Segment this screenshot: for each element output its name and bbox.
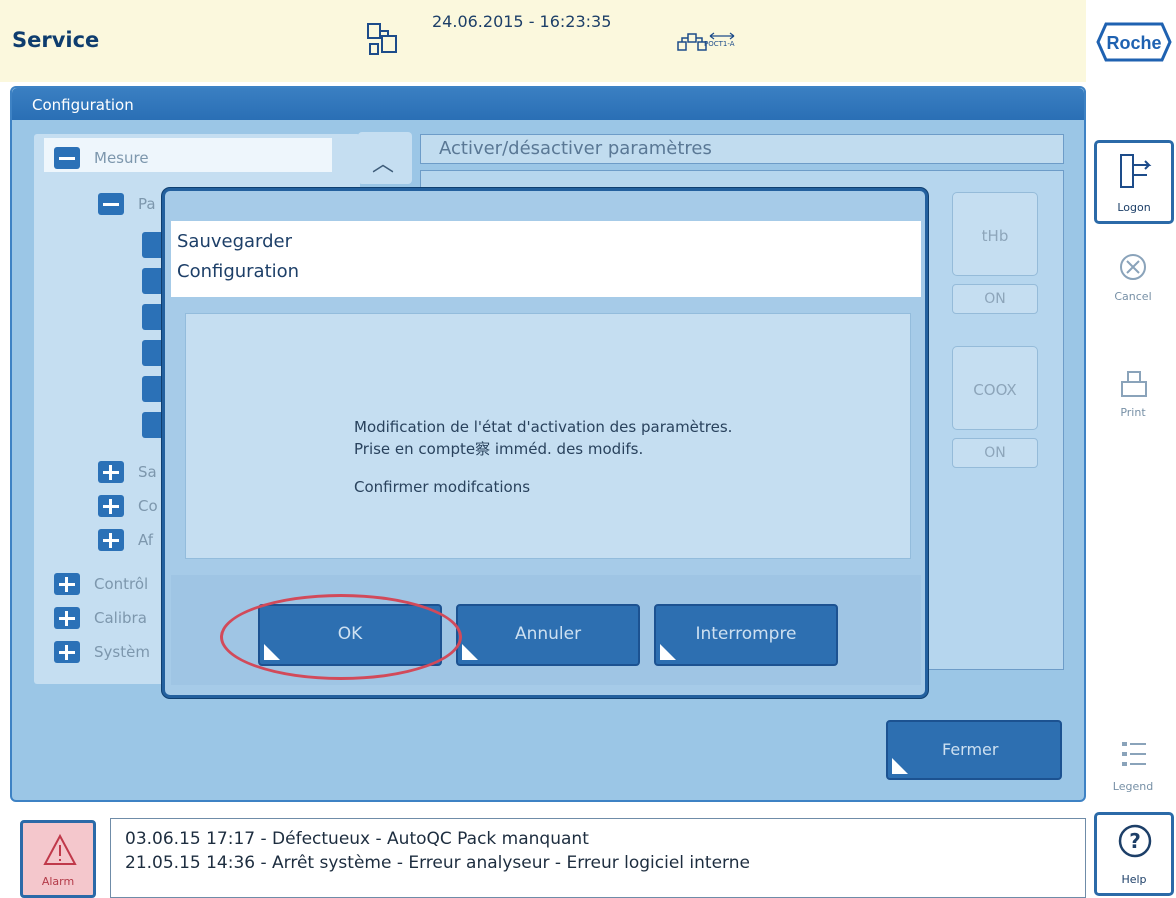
cancel-button-label: Annuler (514, 624, 582, 644)
param-button-thb[interactable]: tHb (952, 192, 1038, 276)
tree-item-calibration[interactable]: Calibra (54, 604, 147, 632)
dialog-header: Sauvegarder Configuration (171, 221, 921, 297)
roche-logo: Roche (1096, 22, 1172, 62)
print-label: Print (1120, 406, 1146, 419)
print-icon (1121, 371, 1147, 397)
cancel-side-button[interactable]: Cancel (1092, 252, 1174, 332)
top-header: Service 24.06.2015 - 16:23:35 POCT1-A (0, 0, 1086, 82)
tree-item-label: Systèm (94, 643, 150, 661)
dialog-message-line2: Prise en compte察 imméd. des modifs. (354, 440, 644, 458)
expand-icon[interactable] (54, 607, 80, 629)
corner-marker-icon (462, 644, 478, 660)
logon-button[interactable]: Logon (1094, 140, 1174, 224)
param-button-coox[interactable]: COOX (952, 346, 1038, 430)
tree-item-systeme[interactable]: Systèm (54, 638, 150, 666)
panel-title-bar: Configuration (12, 88, 1084, 120)
svg-text:?: ? (1129, 829, 1141, 853)
tree-item-sa[interactable]: Sa (98, 458, 157, 486)
legend-label: Legend (1112, 780, 1154, 793)
expand-icon[interactable] (98, 529, 124, 551)
tree-item-mesure[interactable]: Mesure (54, 144, 149, 172)
dialog-title-line1: Sauvegarder (177, 231, 293, 252)
message-line: 03.06.15 17:17 - Défectueux - AutoQC Pac… (125, 829, 589, 849)
expand-icon[interactable] (98, 495, 124, 517)
cancel-button[interactable]: Annuler (456, 604, 640, 666)
tree-item-label: Mesure (94, 149, 149, 167)
section-title: Activer/désactiver paramètres (439, 138, 712, 159)
cancel-x-icon (1120, 254, 1146, 280)
dialog-title-line2: Configuration (177, 261, 300, 282)
chevron-up-icon: ︿ (372, 152, 395, 177)
legend-button[interactable]: Legend (1092, 740, 1174, 820)
abort-button[interactable]: Interrompre (654, 604, 838, 666)
cancel-label: Cancel (1114, 290, 1152, 303)
expand-icon[interactable] (98, 461, 124, 483)
param-name: tHb (981, 227, 1009, 245)
corner-marker-icon (660, 644, 676, 660)
dialog-message-line1: Modification de l'état d'activation des … (354, 418, 733, 436)
close-button[interactable]: Fermer (886, 720, 1062, 780)
database-icon (367, 23, 397, 55)
param-name: COOX (973, 381, 1017, 399)
message-log[interactable]: 03.06.15 17:17 - Défectueux - AutoQC Pac… (110, 818, 1086, 898)
logon-door-icon (1120, 154, 1152, 188)
tree-item-af[interactable]: Af (98, 526, 153, 554)
panel-title: Configuration (32, 96, 134, 114)
expand-icon[interactable] (54, 641, 80, 663)
svg-text:Roche: Roche (1106, 33, 1161, 53)
corner-marker-icon (892, 758, 908, 774)
collapse-icon[interactable] (54, 147, 80, 169)
message-line: 21.05.15 14:36 - Arrêt système - Erreur … (125, 853, 750, 873)
dialog-body: Modification de l'état d'activation des … (185, 313, 911, 559)
abort-button-label: Interrompre (695, 624, 797, 644)
alarm-button[interactable]: Alarm (20, 820, 96, 898)
tree-item-label: Af (138, 531, 154, 549)
tree-item-parametres[interactable]: Pa (98, 190, 156, 218)
collapse-icon[interactable] (98, 193, 124, 215)
scroll-up-button[interactable]: ︿ (358, 132, 412, 184)
help-question-icon: ? (1118, 824, 1152, 858)
close-button-label: Fermer (942, 740, 999, 759)
legend-list-icon (1122, 742, 1146, 766)
help-label: Help (1121, 873, 1147, 886)
expand-icon[interactable] (54, 573, 80, 595)
screen-title: Service (12, 28, 100, 52)
logon-label: Logon (1117, 201, 1151, 214)
dialog-message-line3: Confirmer modifcations (354, 478, 531, 496)
help-button[interactable]: ? Help (1094, 812, 1174, 896)
network-label: POCT1-A (704, 40, 735, 48)
print-button[interactable]: Print (1092, 370, 1174, 450)
tree-item-label: Contrôl (94, 575, 149, 593)
tree-item-label: Co (138, 497, 158, 515)
tree-item-co[interactable]: Co (98, 492, 158, 520)
tree-item-label: Sa (138, 463, 157, 481)
tree-item-label: Calibra (94, 609, 147, 627)
ok-highlight-circle (220, 594, 462, 680)
section-header: Activer/désactiver paramètres (420, 134, 1064, 164)
tree-item-controle[interactable]: Contrôl (54, 570, 148, 598)
warning-triangle-icon (43, 833, 77, 865)
param-state-thb[interactable]: ON (952, 284, 1038, 314)
datetime-display: 24.06.2015 - 16:23:35 (432, 12, 612, 31)
tree-item-label: Pa (138, 195, 156, 213)
param-state-coox[interactable]: ON (952, 438, 1038, 468)
alarm-label: Alarm (41, 875, 75, 888)
